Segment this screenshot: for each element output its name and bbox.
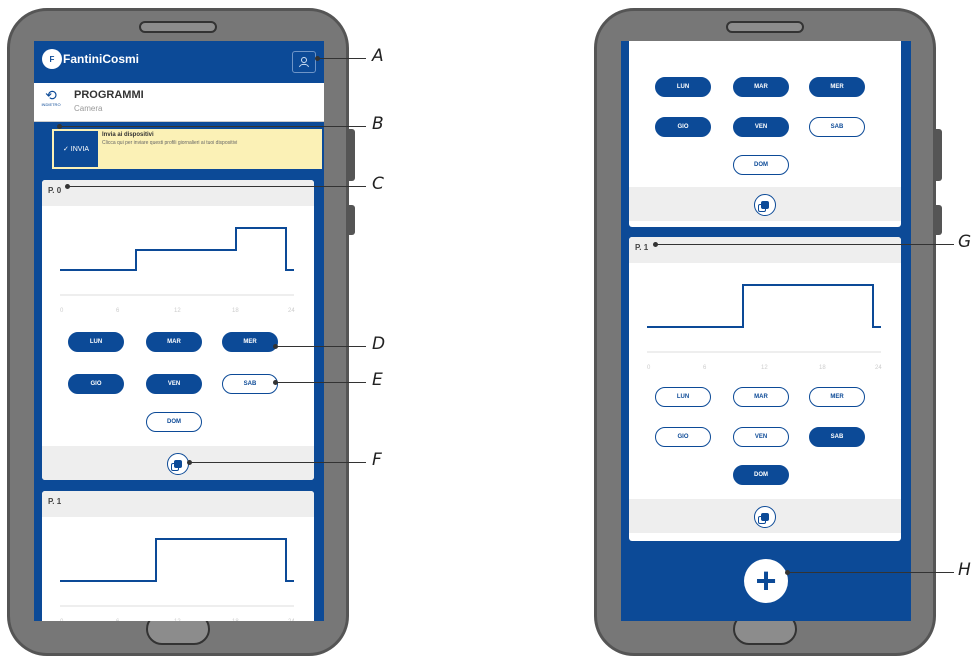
axis-tick: 0 xyxy=(60,619,64,621)
day-button-mar[interactable]: MAR xyxy=(146,332,202,352)
day-button-mer[interactable]: MER xyxy=(809,77,865,97)
day-button-gio[interactable]: GIO xyxy=(655,117,711,137)
axis-tick: 18 xyxy=(232,308,239,314)
brand-logo-mark: F xyxy=(42,49,62,69)
side-button xyxy=(935,205,942,235)
program-name[interactable]: P. 1 xyxy=(629,237,901,263)
callout-line xyxy=(273,380,366,385)
app-header: F FantiniCosmi xyxy=(34,41,324,83)
callout-label-c: C xyxy=(372,174,384,194)
back-label: INDIETRO xyxy=(41,102,61,107)
temperature-profile-chart[interactable]: 0 6 12 18 24 xyxy=(52,220,302,340)
day-button-mer[interactable]: MER xyxy=(809,387,865,407)
axis-tick: 0 xyxy=(60,308,64,314)
axis-tick: 18 xyxy=(819,365,826,371)
day-button-gio[interactable]: GIO xyxy=(655,427,711,447)
day-button-lun[interactable]: LUN xyxy=(655,77,711,97)
notice-body: Clicca qui per inviare questi profili gi… xyxy=(102,140,238,146)
callout-line xyxy=(653,242,954,247)
axis-tick: 12 xyxy=(174,308,181,314)
day-button-mer[interactable]: MER xyxy=(222,332,278,352)
page-title: PROGRAMMI xyxy=(74,89,144,101)
user-icon[interactable] xyxy=(292,51,316,73)
axis-tick: 12 xyxy=(174,619,181,621)
copy-icon xyxy=(174,460,182,468)
back-icon: ⟲ xyxy=(45,87,57,103)
app-screen-scrolled: LUN MAR MER GIO VEN SAB DOM P. 1 0 6 12 … xyxy=(621,41,911,621)
callout-label-f: F xyxy=(372,450,382,470)
axis-tick: 6 xyxy=(116,619,120,621)
day-button-mar[interactable]: MAR xyxy=(733,77,789,97)
brand-name: FantiniCosmi xyxy=(63,52,140,66)
copy-program-button[interactable] xyxy=(167,453,189,475)
callout-label-h: H xyxy=(958,560,971,580)
day-button-dom[interactable]: DOM xyxy=(733,155,789,175)
axis-tick: 0 xyxy=(647,365,651,371)
callout-line xyxy=(273,344,366,349)
program-name[interactable]: P. 0 xyxy=(42,180,314,206)
brand-logo: F FantiniCosmi xyxy=(42,49,139,69)
axis-tick: 12 xyxy=(761,365,768,371)
day-button-ven[interactable]: VEN xyxy=(733,427,789,447)
day-button-dom[interactable]: DOM xyxy=(146,412,202,432)
right-phone: LUN MAR MER GIO VEN SAB DOM P. 1 0 6 12 … xyxy=(594,8,942,656)
speaker xyxy=(726,21,804,33)
temperature-profile-chart[interactable]: 0 6 12 18 24 xyxy=(52,531,302,621)
program-card-p1: P. 1 0 6 12 18 24 xyxy=(42,491,314,621)
axis-tick: 24 xyxy=(288,308,295,314)
side-button xyxy=(935,129,942,181)
copy-bar xyxy=(42,446,314,480)
day-button-dom[interactable]: DOM xyxy=(733,465,789,485)
temperature-profile-chart[interactable]: 0 6 12 18 24 xyxy=(639,277,889,397)
day-button-sab[interactable]: SAB xyxy=(222,374,278,394)
axis-tick: 24 xyxy=(875,365,882,371)
program-card-p0: P. 0 0 6 12 18 24 LUN MAR MER GIO VEN SA… xyxy=(42,180,314,480)
day-button-sab[interactable]: SAB xyxy=(809,117,865,137)
callout-line xyxy=(57,124,366,129)
copy-bar xyxy=(629,499,901,533)
day-button-sab[interactable]: SAB xyxy=(809,427,865,447)
page-subtitle: Camera xyxy=(74,104,103,113)
copy-icon xyxy=(761,201,769,209)
callout-label-g: G xyxy=(958,232,972,252)
speaker xyxy=(139,21,217,33)
side-button xyxy=(348,129,355,181)
program-card-p1: P. 1 0 6 12 18 24 LUN MAR MER GIO VEN SA… xyxy=(629,237,901,541)
copy-program-button[interactable] xyxy=(754,506,776,528)
copy-icon xyxy=(761,513,769,521)
page-title-bar: ⟲ INDIETRO PROGRAMMI Camera xyxy=(34,83,324,122)
app-screen: F FantiniCosmi ⟲ INDIETRO PROGRAMMI Came… xyxy=(34,41,324,621)
back-button[interactable]: ⟲ INDIETRO xyxy=(38,88,64,108)
program-card-p0: LUN MAR MER GIO VEN SAB DOM xyxy=(629,41,901,227)
add-program-button[interactable]: + xyxy=(744,559,788,603)
day-button-ven[interactable]: VEN xyxy=(733,117,789,137)
callout-label-b: B xyxy=(372,114,384,134)
callout-line xyxy=(785,570,954,575)
callout-line xyxy=(315,56,366,61)
copy-bar xyxy=(629,187,901,221)
day-button-mar[interactable]: MAR xyxy=(733,387,789,407)
callout-label-e: E xyxy=(372,370,383,390)
axis-tick: 6 xyxy=(116,308,120,314)
day-button-lun[interactable]: LUN xyxy=(655,387,711,407)
callout-line xyxy=(187,460,366,465)
callout-label-a: A xyxy=(372,46,384,66)
callout-label-d: D xyxy=(372,334,386,354)
copy-program-button[interactable] xyxy=(754,194,776,216)
left-phone: F FantiniCosmi ⟲ INDIETRO PROGRAMMI Came… xyxy=(7,8,355,656)
program-name[interactable]: P. 1 xyxy=(42,491,314,517)
send-notice: ✓ INVIA Invia ai dispositivi Clicca qui … xyxy=(52,129,322,169)
send-button[interactable]: ✓ INVIA xyxy=(54,131,98,167)
notice-title: Invia ai dispositivi xyxy=(102,132,154,138)
day-button-lun[interactable]: LUN xyxy=(68,332,124,352)
callout-line xyxy=(65,184,366,189)
axis-tick: 24 xyxy=(288,619,295,621)
day-button-ven[interactable]: VEN xyxy=(146,374,202,394)
day-button-gio[interactable]: GIO xyxy=(68,374,124,394)
axis-tick: 6 xyxy=(703,365,707,371)
side-button xyxy=(348,205,355,235)
axis-tick: 18 xyxy=(232,619,239,621)
